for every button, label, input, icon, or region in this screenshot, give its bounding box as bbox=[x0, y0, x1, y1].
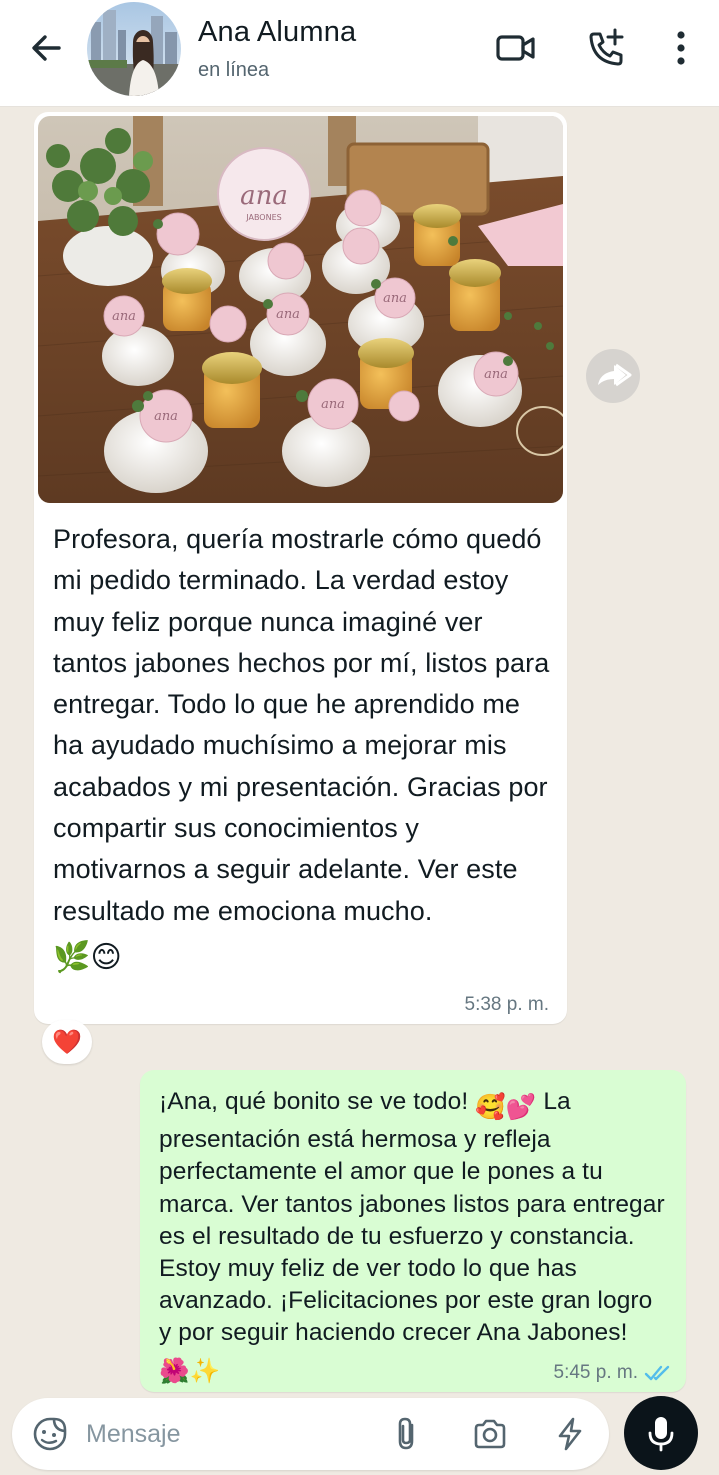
add-call-button[interactable] bbox=[584, 26, 628, 70]
emoji-button[interactable] bbox=[32, 1416, 68, 1452]
message-text-part1: ¡Ana, qué bonito se ve todo! bbox=[159, 1088, 476, 1115]
heart-reaction-icon: ❤️ bbox=[52, 1028, 82, 1056]
incoming-message-text: Profesora, quería mostrarle cómo quedó m… bbox=[53, 519, 553, 978]
svg-text:ana: ana bbox=[240, 181, 288, 211]
chat-header: Ana Alumna en línea bbox=[0, 0, 719, 107]
incoming-message[interactable]: ana JABONES ana ana ana ana ana ana Prof… bbox=[34, 112, 567, 1024]
svg-text:ana: ana bbox=[383, 291, 407, 306]
more-vertical-icon bbox=[677, 31, 685, 65]
camera-button[interactable] bbox=[472, 1416, 508, 1452]
message-emojis: 🌺✨ bbox=[159, 1357, 221, 1385]
attach-button[interactable] bbox=[390, 1416, 426, 1452]
message-text-part2: La presentación está hermosa y refleja p… bbox=[159, 1088, 665, 1347]
message-photo[interactable]: ana JABONES ana ana ana ana ana ana bbox=[38, 116, 563, 503]
quick-action-button[interactable] bbox=[552, 1416, 588, 1452]
message-meta: 5:45 p. m. bbox=[554, 1362, 673, 1384]
message-input[interactable] bbox=[86, 1412, 376, 1456]
message-emojis: 🥰💕 bbox=[475, 1094, 537, 1121]
double-check-read-icon bbox=[644, 1365, 670, 1381]
avatar[interactable] bbox=[87, 2, 181, 96]
microphone-icon bbox=[648, 1417, 674, 1452]
back-button[interactable] bbox=[26, 28, 66, 68]
video-call-icon bbox=[496, 35, 535, 61]
message-body: Profesora, quería mostrarle cómo quedó m… bbox=[53, 524, 550, 926]
svg-text:ana: ana bbox=[484, 367, 508, 382]
emoji-sticker-icon bbox=[33, 1417, 67, 1451]
voice-message-button[interactable] bbox=[624, 1396, 698, 1470]
avatar-photo bbox=[87, 2, 181, 96]
svg-text:ana: ana bbox=[276, 307, 300, 322]
message-reaction[interactable]: ❤️ bbox=[42, 1020, 92, 1064]
video-call-button[interactable] bbox=[494, 26, 538, 70]
lightning-icon bbox=[558, 1417, 582, 1451]
paperclip-icon bbox=[398, 1417, 414, 1450]
message-timestamp: 5:38 p. m. bbox=[464, 994, 550, 1015]
svg-text:ana: ana bbox=[321, 397, 345, 412]
svg-text:JABONES: JABONES bbox=[245, 213, 281, 222]
svg-text:ana: ana bbox=[154, 409, 178, 424]
outgoing-message-text: ¡Ana, qué bonito se ve todo! 🥰💕 La prese… bbox=[159, 1086, 671, 1388]
chat-area[interactable]: ana JABONES ana ana ana ana ana ana Prof… bbox=[0, 108, 719, 1398]
message-emojis: 🌿😊 bbox=[53, 940, 122, 974]
add-call-icon bbox=[589, 28, 624, 66]
forward-button[interactable] bbox=[586, 349, 640, 403]
contact-name[interactable]: Ana Alumna bbox=[198, 16, 356, 49]
forward-icon bbox=[598, 363, 632, 387]
contact-status: en línea bbox=[198, 59, 270, 81]
message-composer bbox=[12, 1398, 609, 1470]
svg-text:ana: ana bbox=[112, 309, 136, 324]
more-options-button[interactable] bbox=[660, 26, 700, 70]
message-timestamp: 5:45 p. m. bbox=[553, 1362, 639, 1383]
camera-icon bbox=[474, 1419, 506, 1449]
back-arrow-icon bbox=[32, 35, 61, 61]
outgoing-message[interactable]: ¡Ana, qué bonito se ve todo! 🥰💕 La prese… bbox=[140, 1070, 686, 1392]
soap-jars-photo: ana JABONES anaanaana ana anaana bbox=[38, 116, 563, 503]
